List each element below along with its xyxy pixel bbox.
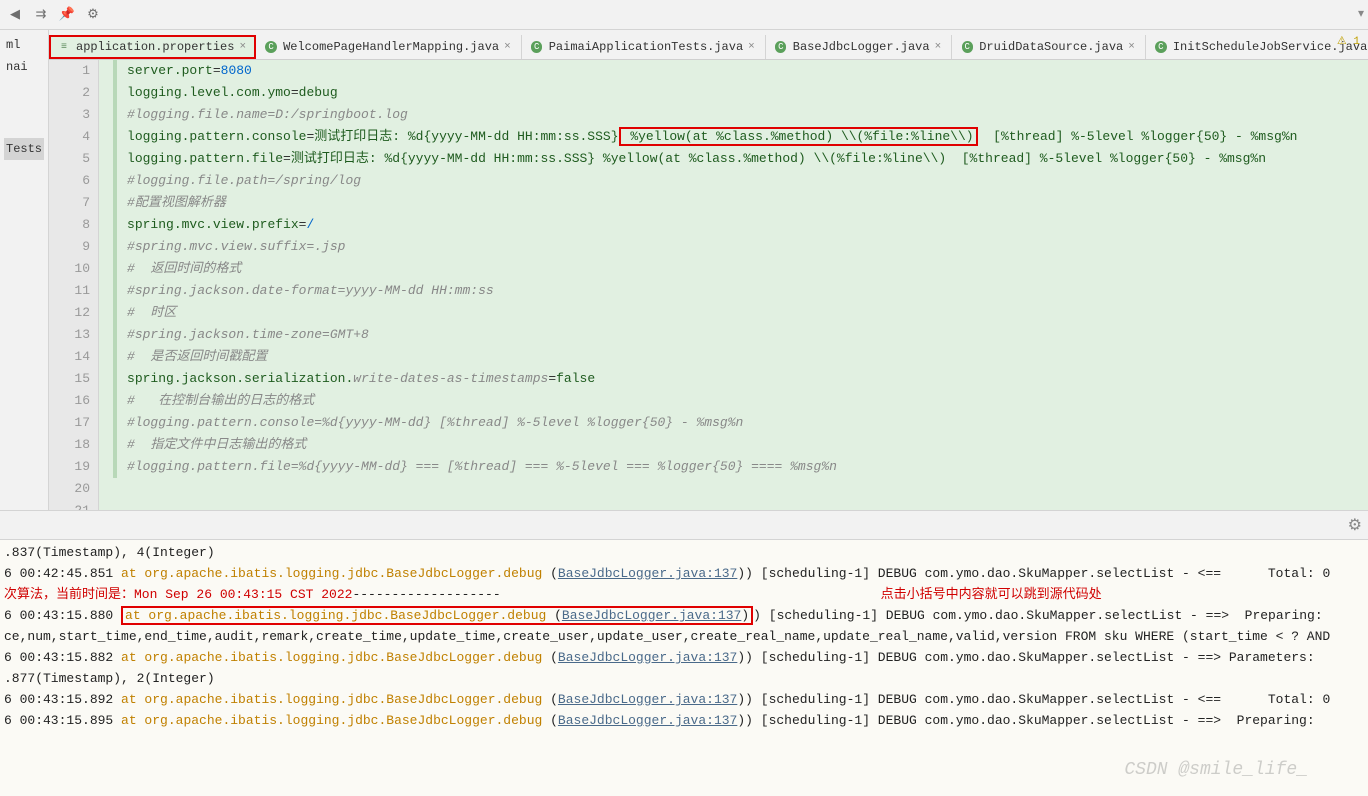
console-line[interactable]: .877(Timestamp), 2(Integer) [4,668,1364,689]
tab-label: DruidDataSource.java [979,40,1123,54]
console-line[interactable]: .837(Timestamp), 4(Integer) [4,542,1364,563]
code-line[interactable]: server.port=8080 [113,60,1368,82]
watermark: CSDN @smile_life_ [1124,760,1308,780]
properties-file-icon: ≡ [57,40,71,54]
source-link[interactable]: BaseJdbcLogger.java:137 [558,713,737,728]
annotation-text: 点击小括号中内容就可以跳到源代码处 [881,587,1102,602]
sidebar-node-tests[interactable]: Tests [4,138,44,160]
source-link[interactable]: BaseJdbcLogger.java:137 [558,650,737,665]
console-line[interactable]: 6 00:43:15.882 at org.apache.ibatis.logg… [4,647,1364,668]
code-line[interactable]: logging.pattern.console=测试打印日志: %d{yyyy-… [113,126,1368,148]
close-icon[interactable]: × [239,41,246,53]
java-file-icon: C [530,40,544,54]
code-editor[interactable]: 123456789101112131415161718192021 server… [49,60,1368,510]
editor-tabs: ≡ application.properties × C WelcomePageHand… [49,30,1368,60]
java-file-icon: C [960,40,974,54]
console-line[interactable]: 次算法，当前时间是：Mon Sep 26 00:43:15 CST 2022--… [4,584,1364,605]
source-link[interactable]: BaseJdbcLogger.java:137 [558,692,737,707]
close-icon[interactable]: × [935,41,942,53]
close-icon[interactable]: × [1128,41,1135,53]
code-line[interactable]: # 是否返回时间戳配置 [113,346,1368,368]
code-line[interactable]: # 指定文件中日志输出的格式 [113,434,1368,456]
panel-separator[interactable]: ⚙ [0,510,1368,540]
console-line[interactable]: 6 00:43:15.892 at org.apache.ibatis.logg… [4,689,1364,710]
source-link[interactable]: BaseJdbcLogger.java:137 [558,566,737,581]
code-line[interactable]: # 返回时间的格式 [113,258,1368,280]
console-line[interactable]: 6 00:42:45.851 at org.apache.ibatis.logg… [4,563,1364,584]
code-line[interactable]: #logging.file.path=/spring/log [113,170,1368,192]
pin-icon[interactable]: 📌 [56,4,78,26]
tab-label: application.properties [76,40,234,54]
toolbar: ◀ ⇉ 📌 ⚙ [0,0,1368,30]
tab-paimaiapplicationtests-java[interactable]: C PaimaiApplicationTests.java × [522,35,766,59]
close-icon[interactable]: × [748,41,755,53]
sidebar-node[interactable]: ml [4,34,44,56]
tab-welcomepagehandlermapping-java[interactable]: C WelcomePageHandlerMapping.java × [256,35,522,59]
project-sidebar: ml nai Tests [0,30,49,510]
code-line[interactable]: #logging.file.name=D:/springboot.log [113,104,1368,126]
code-line[interactable]: #spring.jackson.date-format=yyyy-MM-dd H… [113,280,1368,302]
code-line[interactable]: #logging.pattern.file=%d{yyyy-MM-dd} ===… [113,456,1368,478]
code-line[interactable]: spring.mvc.view.prefix=/ [113,214,1368,236]
code-line[interactable]: # 在控制台输出的日志的格式 [113,390,1368,412]
console-line[interactable]: ce,num,start_time,end_time,audit,remark,… [4,626,1364,647]
code-line[interactable]: # 时区 [113,302,1368,324]
tab-druiddatasource-java[interactable]: C DruidDataSource.java × [952,35,1146,59]
split-icon[interactable]: ⇉ [30,4,52,26]
tab-basejdbclogger-java[interactable]: C BaseJdbcLogger.java × [766,35,952,59]
console-line[interactable]: 6 00:43:15.895 at org.apache.ibatis.logg… [4,710,1364,731]
console-output[interactable]: .837(Timestamp), 4(Integer)6 00:42:45.85… [0,540,1368,796]
close-icon[interactable]: × [504,41,511,53]
java-file-icon: C [264,40,278,54]
code-line[interactable]: #logging.pattern.console=%d{yyyy-MM-dd} … [113,412,1368,434]
code-area[interactable]: server.port=8080logging.level.com.ymo=de… [99,60,1368,510]
code-line[interactable]: #配置视图解析器 [113,192,1368,214]
console-line[interactable]: 6 00:43:15.880 at org.apache.ibatis.logg… [4,605,1364,626]
gear-icon[interactable]: ⚙ [82,4,104,26]
java-file-icon: C [1154,40,1168,54]
tab-initschedulejobservice-java[interactable]: CInitScheduleJobService.java× [1146,35,1368,59]
nav-back-icon[interactable]: ◀ [4,4,26,26]
warning-indicator[interactable]: ⚠ 1 [1337,34,1360,48]
sidebar-node[interactable]: nai [4,56,44,78]
tab-label: WelcomePageHandlerMapping.java [283,40,499,54]
source-link[interactable]: BaseJdbcLogger.java:137 [562,608,741,623]
code-line[interactable]: logging.pattern.file=测试打印日志: %d{yyyy-MM-… [113,148,1368,170]
tab-application-properties[interactable]: ≡ application.properties × [49,35,256,59]
tab-label: BaseJdbcLogger.java [793,40,930,54]
code-line[interactable]: spring.jackson.serialization.write-dates… [113,368,1368,390]
code-line[interactable]: #spring.mvc.view.suffix=.jsp [113,236,1368,258]
code-line[interactable]: #spring.jackson.time-zone=GMT+8 [113,324,1368,346]
java-file-icon: C [774,40,788,54]
line-gutter: 123456789101112131415161718192021 [49,60,99,510]
console-gear-icon[interactable]: ⚙ [1348,515,1362,535]
tab-label: PaimaiApplicationTests.java [549,40,743,54]
code-line[interactable]: logging.level.com.ymo=debug [113,82,1368,104]
